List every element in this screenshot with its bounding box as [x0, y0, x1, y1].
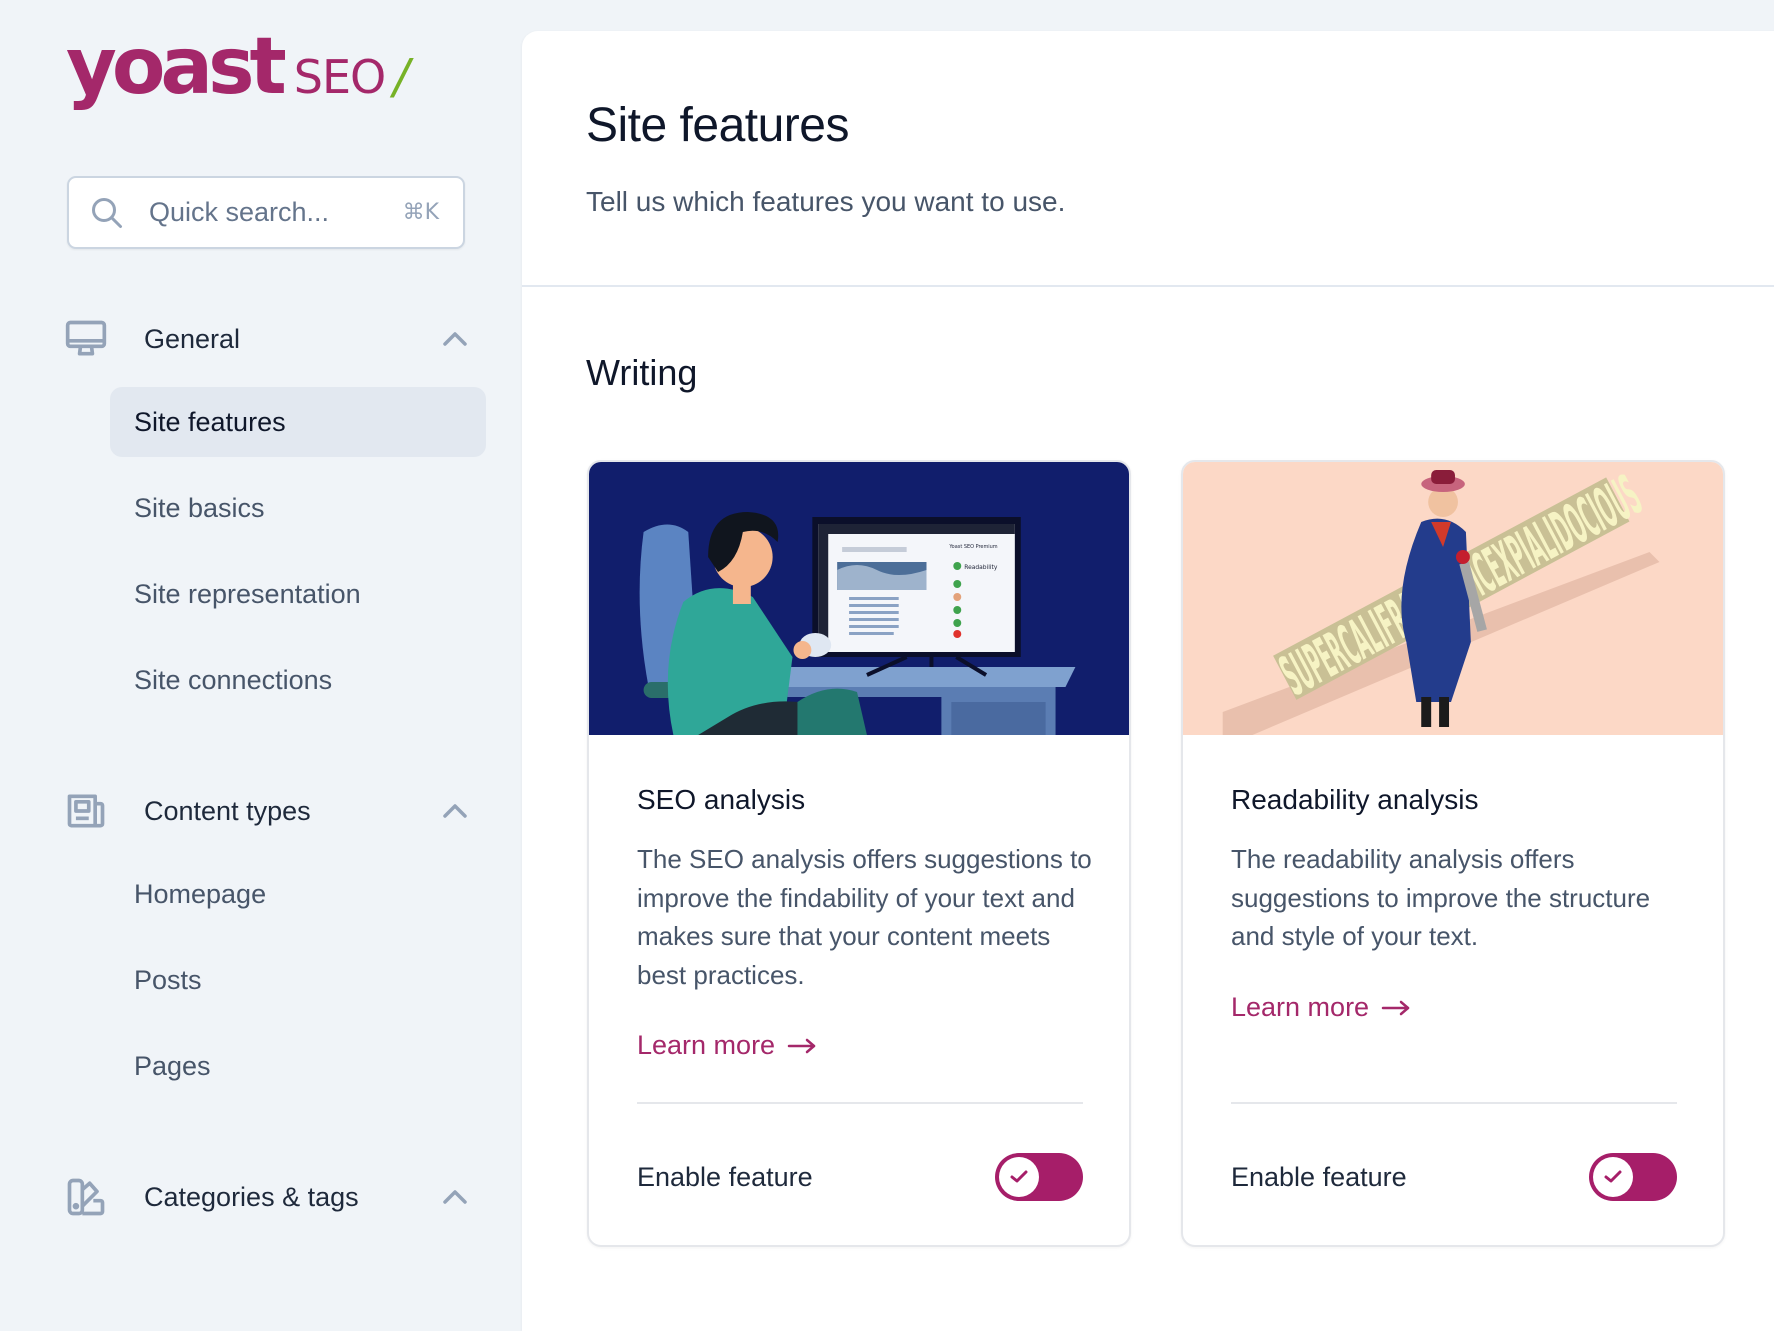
sidebar-item-pages[interactable]: Pages	[110, 1031, 486, 1101]
chevron-up-icon[interactable]	[442, 803, 468, 819]
toggle-knob	[1593, 1157, 1633, 1197]
nav-group-label: Categories & tags	[144, 1181, 359, 1212]
desktop-icon	[65, 320, 107, 356]
chevron-up-icon[interactable]	[442, 1189, 468, 1205]
feature-card-seo-analysis: Readability Yoast SEO Premium SEO analys…	[587, 460, 1131, 1247]
yoast-seo-logo: yoast SEO /	[66, 28, 409, 118]
learn-more-label: Learn more	[1231, 992, 1370, 1022]
sidebar-item-label: Site representation	[134, 578, 361, 609]
nav-group-categories-tags[interactable]: Categories & tags	[64, 1172, 467, 1222]
logo-wordmark: yoast	[66, 22, 287, 112]
search-shortcut: ⌘K	[402, 200, 439, 225]
woman-sawing-long-word-illustration: SUPERCALIFRAGILISTICEXPIALIDOCIOUS	[1183, 462, 1723, 735]
card-divider	[637, 1102, 1083, 1104]
enable-feature-toggle[interactable]	[1589, 1153, 1677, 1201]
nav-group-label: General	[144, 323, 241, 354]
sidebar-item-label: Site features	[134, 406, 286, 437]
svg-text:Readability: Readability	[964, 564, 998, 571]
sidebar-item-posts[interactable]: Posts	[110, 945, 486, 1015]
card-description: The SEO analysis offers suggestions to i…	[637, 844, 1092, 990]
sidebar-item-label: Homepage	[134, 878, 267, 909]
card-title: Readability analysis	[1231, 784, 1479, 815]
sidebar-item-homepage[interactable]: Homepage	[110, 859, 486, 929]
swatch-icon	[67, 1178, 105, 1216]
sidebar-item-label: Pages	[134, 1050, 211, 1081]
enable-feature-label: Enable feature	[637, 1162, 813, 1192]
woman-at-computer-illustration: Readability Yoast SEO Premium	[589, 462, 1129, 735]
chevron-up-icon[interactable]	[442, 331, 468, 347]
sidebar-item-site-connections[interactable]: Site connections	[110, 645, 486, 715]
sidebar-item-site-features[interactable]: Site features	[110, 387, 486, 457]
toggle-knob	[999, 1157, 1039, 1197]
search-icon	[92, 197, 122, 228]
svg-text:Yoast SEO Premium: Yoast SEO Premium	[948, 544, 997, 550]
sidebar-item-label: Site basics	[134, 492, 265, 523]
section-title-writing: Writing	[586, 352, 698, 393]
sidebar-item-label: Posts	[134, 964, 202, 995]
learn-more-label: Learn more	[637, 1030, 776, 1060]
card-divider	[1231, 1102, 1677, 1104]
check-icon	[1604, 1170, 1622, 1183]
page-title: Site features	[586, 99, 849, 152]
nav-group-content-types[interactable]: Content types	[64, 786, 467, 836]
enable-feature-toggle[interactable]	[995, 1153, 1083, 1201]
arrow-right-icon	[787, 1038, 816, 1053]
learn-more-link[interactable]: Learn more	[1231, 992, 1411, 1023]
quick-search[interactable]: ⌘K	[67, 176, 465, 249]
arrow-right-icon	[1381, 1000, 1410, 1015]
header-divider	[522, 285, 1774, 287]
card-description: The readability analysis offers suggesti…	[1231, 844, 1651, 951]
page-subtitle: Tell us which features you want to use.	[586, 186, 1066, 217]
card-title: SEO analysis	[637, 784, 806, 815]
logo-slash: /	[393, 49, 410, 105]
enable-feature-label: Enable feature	[1231, 1162, 1407, 1192]
newspaper-icon	[67, 794, 105, 828]
nav-group-general[interactable]: General	[64, 314, 467, 364]
feature-card-readability-analysis: SUPERCALIFRAGILISTICEXPIALIDOCIOUS Reada…	[1181, 460, 1725, 1247]
search-input[interactable]	[149, 197, 379, 228]
nav-group-label: Content types	[144, 795, 311, 826]
sidebar-item-site-basics[interactable]: Site basics	[110, 473, 486, 543]
learn-more-link[interactable]: Learn more	[637, 1030, 817, 1061]
sidebar-item-label: Site connections	[134, 664, 333, 695]
logo-product: SEO	[293, 50, 386, 104]
check-icon	[1010, 1170, 1028, 1183]
sidebar-item-site-representation[interactable]: Site representation	[110, 559, 486, 629]
